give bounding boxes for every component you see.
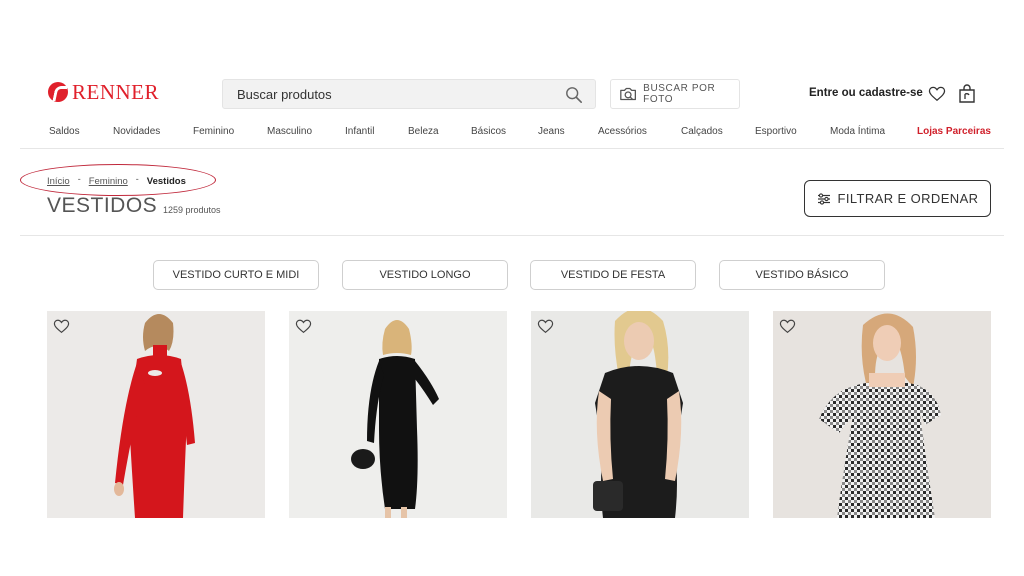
product-image[interactable] [47, 311, 265, 518]
product-card[interactable] [47, 311, 265, 518]
breadcrumb-link-feminino[interactable]: Feminino [89, 176, 128, 187]
nav-item-novidades[interactable]: Novidades [113, 126, 160, 137]
product-image[interactable] [531, 311, 749, 518]
favorite-heart-icon[interactable] [537, 319, 554, 334]
favorite-heart-icon[interactable] [53, 319, 70, 334]
search-bar[interactable] [222, 79, 596, 109]
favorite-heart-icon[interactable] [779, 319, 796, 334]
search-input[interactable] [237, 86, 557, 102]
filter-sort-button[interactable]: FILTRAR E ORDENAR [804, 180, 991, 217]
breadcrumb-separator: - [77, 173, 81, 184]
breadcrumb-separator: - [135, 173, 139, 184]
product-card[interactable] [773, 311, 991, 518]
camera-icon [620, 87, 636, 101]
nav-item-jeans[interactable]: Jeans [538, 126, 565, 137]
main-nav: Saldos Novidades Feminino Masculino Infa… [20, 121, 1004, 149]
chip-vestido-longo[interactable]: VESTIDO LONGO [342, 260, 508, 290]
breadcrumb-current: Vestidos [146, 176, 186, 187]
product-card[interactable] [289, 311, 507, 518]
chip-vestido-curto-midi[interactable]: VESTIDO CURTO E MIDI [153, 260, 319, 290]
favorite-heart-icon[interactable] [295, 319, 312, 334]
brand-logo[interactable]: RENNER [48, 80, 159, 104]
nav-item-acessorios[interactable]: Acessórios [598, 126, 647, 137]
brand-name: RENNER [72, 80, 159, 104]
product-count: 1259 produtos [163, 205, 221, 215]
nav-item-esportivo[interactable]: Esportivo [755, 126, 797, 137]
nav-item-moda-intima[interactable]: Moda Íntima [830, 126, 885, 137]
nav-item-infantil[interactable]: Infantil [345, 126, 374, 137]
heart-icon[interactable] [928, 86, 946, 102]
shopping-bag-icon[interactable] [958, 84, 976, 104]
nav-item-lojas-parceiras[interactable]: Lojas Parceiras [917, 126, 991, 137]
sliders-icon [817, 192, 830, 205]
section-divider [20, 235, 1004, 236]
photo-search-button[interactable]: BUSCAR POR FOTO [610, 79, 740, 109]
nav-item-beleza[interactable]: Beleza [408, 126, 439, 137]
product-card[interactable] [531, 311, 749, 518]
renner-logo-icon [48, 82, 68, 102]
photo-search-label: BUSCAR POR FOTO [643, 83, 716, 105]
search-icon[interactable] [565, 86, 583, 104]
breadcrumb-link-inicio[interactable]: Início [47, 176, 70, 187]
nav-item-basicos[interactable]: Básicos [471, 126, 506, 137]
breadcrumb: Início - Feminino - Vestidos [47, 173, 186, 188]
chip-vestido-festa[interactable]: VESTIDO DE FESTA [530, 260, 696, 290]
product-image[interactable] [289, 311, 507, 518]
nav-item-masculino[interactable]: Masculino [267, 126, 312, 137]
page-title: VESTIDOS [47, 194, 158, 217]
product-image[interactable] [773, 311, 991, 518]
nav-item-calcados[interactable]: Calçados [681, 126, 723, 137]
nav-item-saldos[interactable]: Saldos [49, 126, 80, 137]
chip-vestido-basico[interactable]: VESTIDO BÁSICO [719, 260, 885, 290]
filter-sort-label: FILTRAR E ORDENAR [837, 191, 979, 206]
nav-item-feminino[interactable]: Feminino [193, 126, 234, 137]
login-link[interactable]: Entre ou cadastre-se [809, 87, 923, 99]
